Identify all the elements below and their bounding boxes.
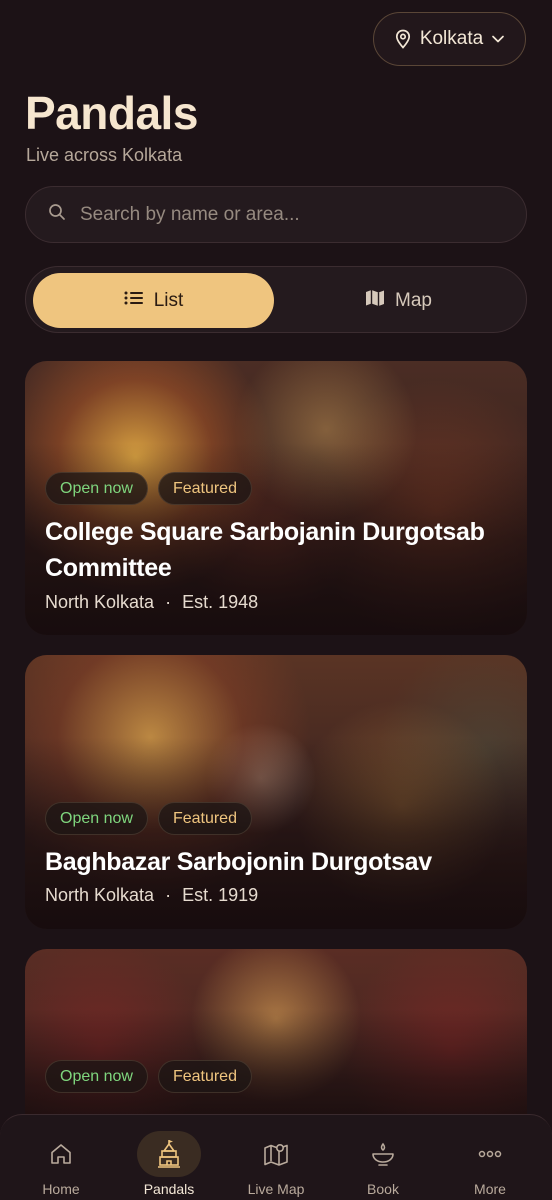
open-now-badge: Open now <box>45 472 148 505</box>
tab-book[interactable]: Book <box>328 1115 438 1200</box>
badge-group: Open now Featured <box>45 472 252 505</box>
featured-badge: Featured <box>157 472 252 505</box>
more-dots-icon <box>478 1139 502 1169</box>
tab-home-label: Home <box>42 1181 80 1197</box>
pandal-card[interactable]: Open now Featured Baghbazar Sarbojonin D… <box>25 655 527 929</box>
pandal-established: Est. 1948 <box>182 592 259 612</box>
home-icon <box>49 1139 73 1169</box>
search-bar[interactable] <box>25 186 527 243</box>
map-view-button[interactable]: Map <box>278 273 519 328</box>
pandal-card[interactable]: Open now Featured College Square Sarboja… <box>25 361 527 635</box>
open-now-badge: Open now <box>45 802 148 835</box>
tab-more-label: More <box>474 1181 506 1197</box>
bottom-tab-bar: Home Pandals Live Map Book More <box>0 1114 552 1200</box>
temple-icon <box>156 1139 182 1169</box>
featured-badge: Featured <box>157 802 252 835</box>
chevron-down-icon <box>491 34 505 44</box>
page-subtitle: Live across Kolkata <box>26 145 183 165</box>
list-view-button[interactable]: List <box>33 273 274 328</box>
pandal-meta: North Kolkata · Est. 1919 <box>45 885 258 906</box>
pandal-area: North Kolkata <box>45 592 155 612</box>
tab-book-label: Book <box>367 1181 399 1197</box>
badge-group: Open now Featured <box>45 802 252 835</box>
featured-badge: Featured <box>157 1060 252 1093</box>
pandal-established: Est. 1919 <box>182 885 259 905</box>
tab-home[interactable]: Home <box>6 1115 116 1200</box>
tab-live-map-label: Live Map <box>247 1181 305 1197</box>
badge-group: Open now Featured <box>45 1060 252 1093</box>
tab-pandals-label: Pandals <box>143 1181 195 1197</box>
tab-pandals[interactable]: Pandals <box>114 1115 224 1200</box>
meta-separator: · <box>165 885 172 905</box>
meta-separator: · <box>165 592 172 612</box>
tab-more[interactable]: More <box>435 1115 545 1200</box>
city-selector-button[interactable]: Kolkata <box>373 12 526 66</box>
map-view-label: Map <box>395 289 432 311</box>
pandal-name: Baghbazar Sarbojonin Durgotsav <box>45 848 432 876</box>
page-title: Pandals <box>25 87 198 139</box>
location-pin-icon <box>394 29 412 49</box>
list-view-label: List <box>153 289 184 311</box>
search-input[interactable] <box>80 203 480 226</box>
open-now-badge: Open now <box>45 1060 148 1093</box>
city-label: Kolkata <box>419 28 484 49</box>
diya-icon <box>370 1139 396 1169</box>
map-icon <box>365 289 385 313</box>
pandal-name: College Square Sarbojanin Durgotsab Comm… <box>45 518 485 582</box>
search-icon <box>48 203 66 226</box>
pandal-area: North Kolkata <box>45 885 155 905</box>
pandal-meta: North Kolkata · Est. 1948 <box>45 592 258 613</box>
view-toggle: List Map <box>25 266 527 333</box>
map-pin-icon <box>263 1139 289 1169</box>
tab-live-map[interactable]: Live Map <box>221 1115 331 1200</box>
list-icon <box>124 290 144 312</box>
